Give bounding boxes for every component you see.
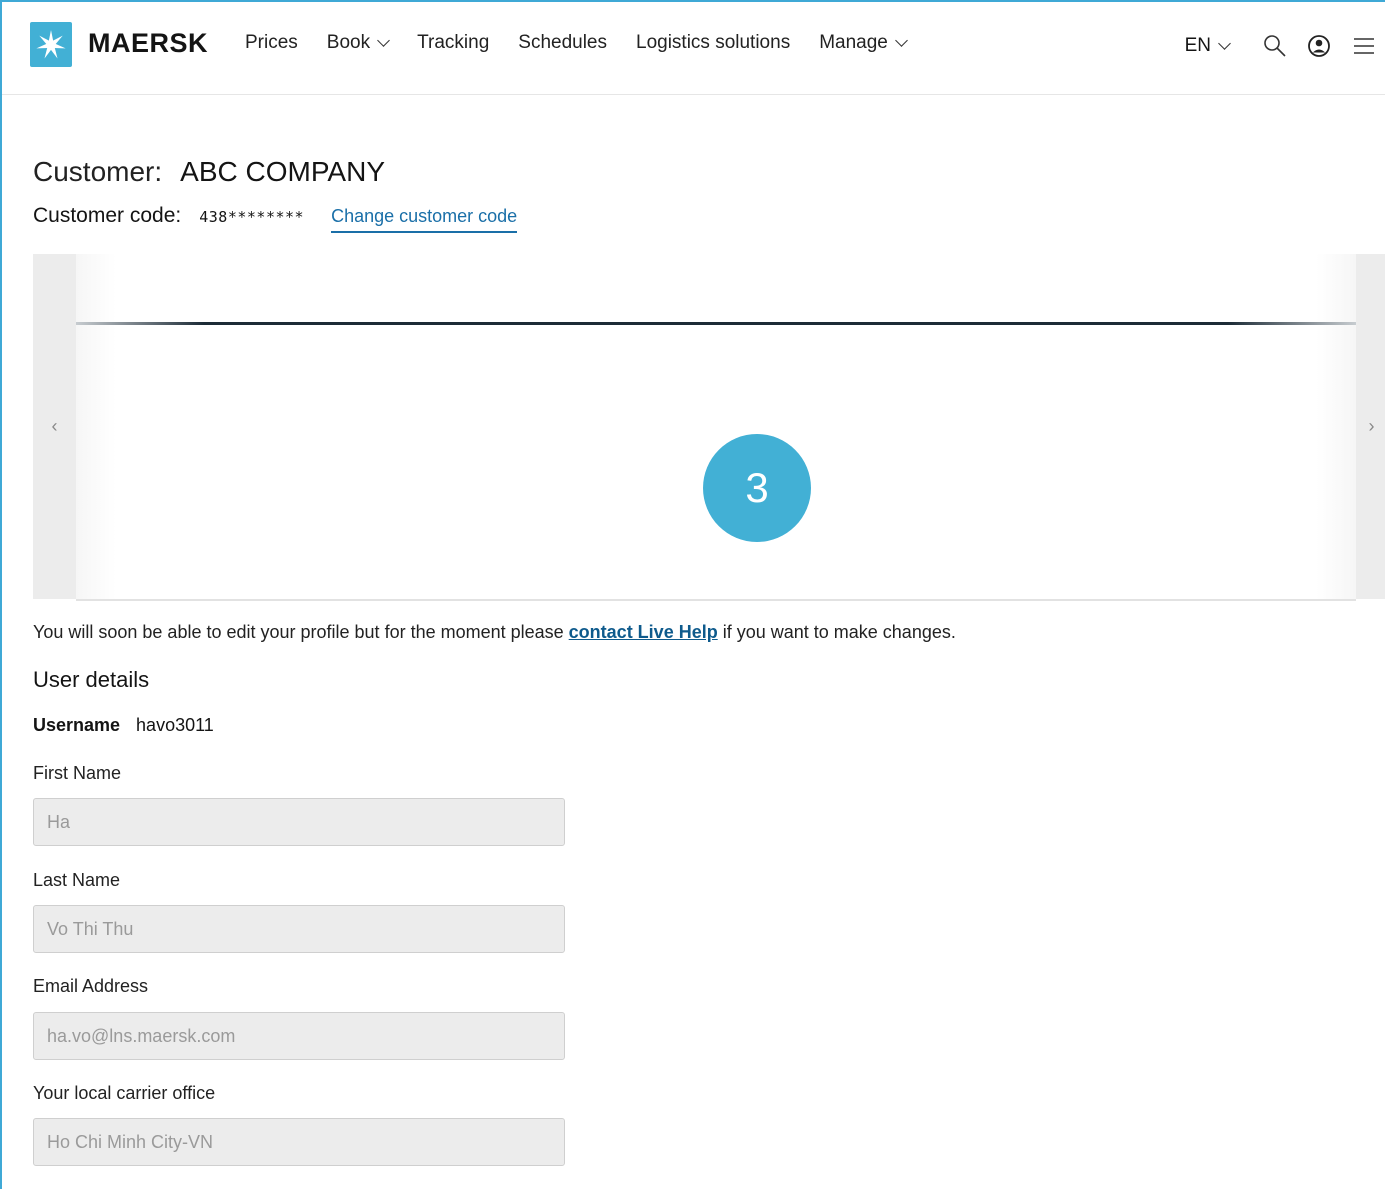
nav-label: Book — [326, 32, 371, 53]
chevron-down-icon — [1218, 36, 1231, 50]
chevron-down-icon — [895, 33, 908, 47]
chevron-right-icon: › — [1368, 416, 1375, 436]
nav-label: Prices — [245, 32, 298, 53]
customer-code-value: 438******** — [199, 208, 305, 226]
user-account-icon[interactable] — [1297, 26, 1341, 66]
carousel: ‹ 3 › — [33, 254, 1385, 601]
nav-logistics-solutions[interactable]: Logistics solutions — [636, 32, 790, 54]
first-name-field[interactable] — [33, 798, 565, 846]
email-address-field[interactable] — [33, 1012, 565, 1060]
email-address-label: Email Address — [33, 976, 149, 996]
customer-heading: Customer: ABC COMPANY — [33, 156, 385, 188]
carrier-office-label: Your local carrier office — [33, 1083, 216, 1103]
slide-divider-line — [76, 322, 1356, 325]
nav-manage[interactable]: Manage — [819, 32, 908, 54]
user-details-heading: User details — [33, 667, 150, 692]
search-icon[interactable] — [1253, 26, 1297, 66]
last-name-label: Last Name — [33, 870, 121, 890]
profile-notice: You will soon be able to edit your profi… — [33, 622, 956, 643]
nav-label: Logistics solutions — [636, 32, 791, 53]
last-name-field[interactable] — [33, 905, 565, 953]
nav-label: Tracking — [417, 32, 490, 53]
main-nav: Prices Book Tracking Schedules Logistics… — [245, 32, 935, 54]
language-selector[interactable]: EN — [1184, 35, 1231, 57]
nav-label: Manage — [819, 32, 888, 53]
nav-book[interactable]: Book — [326, 32, 390, 54]
contact-live-help-link[interactable]: contact Live Help — [569, 622, 718, 642]
username-label: Username — [33, 715, 121, 735]
maersk-star-logo-icon[interactable] — [30, 22, 72, 67]
notice-text-before: You will soon be able to edit your profi… — [33, 622, 569, 642]
customer-name: ABC COMPANY — [180, 156, 386, 187]
customer-code-label: Customer code: — [33, 204, 182, 227]
header-actions: EN — [1185, 24, 1385, 68]
nav-label: Schedules — [518, 32, 607, 53]
nav-tracking[interactable]: Tracking — [417, 32, 489, 54]
carousel-slide: 3 — [76, 254, 1356, 601]
customer-label: Customer: — [33, 156, 163, 187]
nav-prices[interactable]: Prices — [245, 32, 298, 54]
username-row: Username havo3011 — [33, 715, 214, 736]
language-label: EN — [1184, 35, 1211, 56]
menu-icon[interactable] — [1341, 26, 1385, 66]
step-number-badge: 3 — [703, 434, 811, 542]
carrier-office-field[interactable] — [33, 1118, 565, 1166]
chevron-left-icon: ‹ — [51, 416, 58, 436]
change-customer-code-link[interactable]: Change customer code — [331, 206, 518, 233]
top-navigation-bar: MAERSK Prices Book Tracking Schedules Lo… — [2, 2, 1385, 95]
first-name-label: First Name — [33, 763, 122, 783]
notice-text-after: if you want to make changes. — [717, 622, 956, 642]
carousel-next-button[interactable]: › — [1356, 254, 1385, 599]
carousel-prev-button[interactable]: ‹ — [33, 254, 76, 599]
chevron-down-icon — [377, 33, 390, 47]
customer-code-row: Customer code: 438******** Change custom… — [33, 204, 518, 233]
brand-name[interactable]: MAERSK — [88, 28, 208, 59]
nav-schedules[interactable]: Schedules — [518, 32, 607, 54]
username-value: havo3011 — [136, 715, 214, 735]
